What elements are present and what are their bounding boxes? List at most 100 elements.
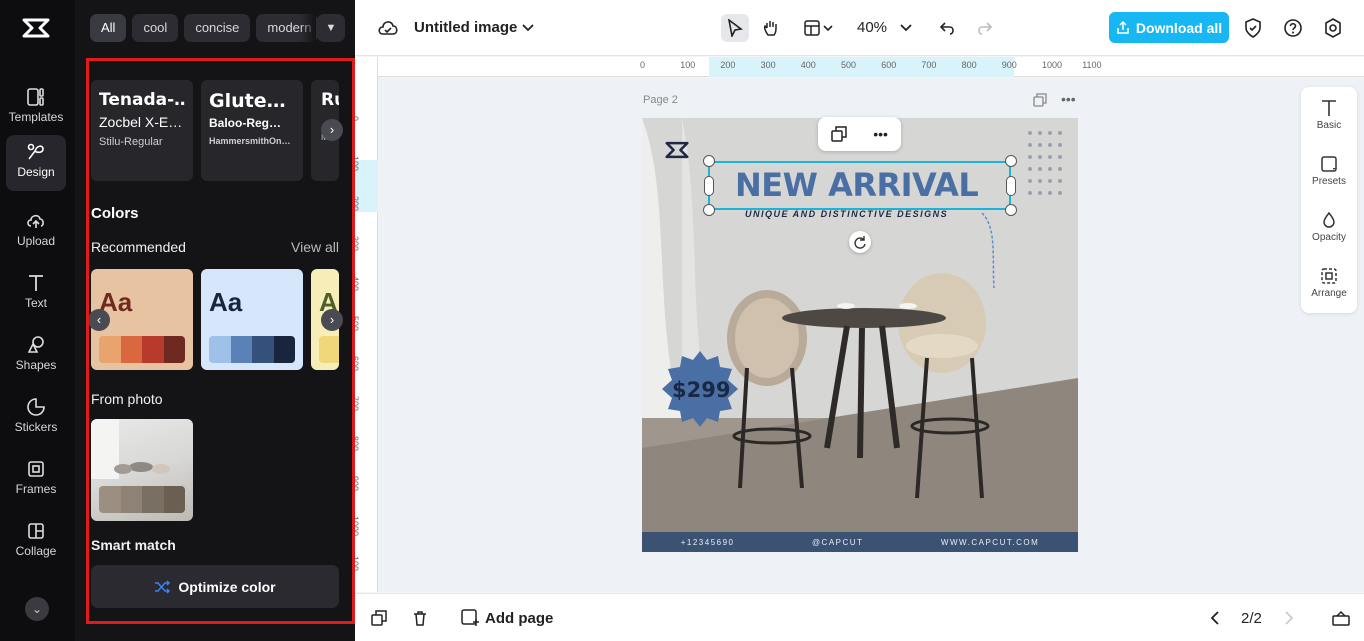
rotate-handle[interactable] bbox=[849, 231, 871, 253]
price-text[interactable]: $299 bbox=[672, 378, 730, 402]
font-sample-body: Baloo-Reg… bbox=[209, 116, 281, 130]
ruler-tick-label: 200 bbox=[350, 196, 360, 212]
palette-swatch bbox=[209, 336, 231, 363]
left-rail: Templates Design Upload Text Shapes Stic… bbox=[0, 0, 75, 641]
ruler-tick-label: 0 bbox=[640, 60, 646, 70]
rail-expand-button[interactable]: ⌄ bbox=[25, 597, 49, 621]
property-opacity[interactable]: Opacity bbox=[1301, 211, 1357, 243]
download-all-label: Download all bbox=[1135, 19, 1223, 36]
chevron-right-icon[interactable] bbox=[1284, 611, 1294, 625]
copy-icon[interactable] bbox=[831, 126, 847, 142]
property-presets[interactable]: Presets bbox=[1301, 155, 1357, 187]
cloud-sync-icon[interactable] bbox=[377, 19, 399, 37]
recommended-heading: Recommended bbox=[91, 239, 186, 255]
selection-box bbox=[708, 161, 1011, 210]
ruler-tick-label: 400 bbox=[350, 276, 360, 292]
hand-tool-button[interactable] bbox=[757, 14, 785, 42]
design-page[interactable]: NEW ARRIVAL UNIQUE AND DISTINCTIVE DESIG… bbox=[642, 118, 1078, 552]
palette-swatch bbox=[120, 336, 142, 363]
help-button[interactable] bbox=[1279, 14, 1307, 42]
palette-swatches bbox=[99, 336, 185, 363]
page-more-icon[interactable]: ••• bbox=[1061, 91, 1076, 107]
rotate-icon bbox=[854, 236, 866, 249]
font-combo-card[interactable]: Glute… Baloo-Reg… HammersmithOn… bbox=[201, 80, 303, 181]
font-sample-body: Zocbel X-E… bbox=[99, 114, 183, 130]
add-page-button[interactable]: Add page bbox=[461, 609, 553, 627]
palette-swatch bbox=[252, 336, 274, 363]
from-photo-heading: From photo bbox=[91, 391, 163, 407]
ruler-tick-label: 500 bbox=[350, 316, 360, 332]
shield-button[interactable] bbox=[1239, 14, 1267, 42]
filter-chip-concise[interactable]: concise bbox=[184, 14, 251, 42]
more-icon[interactable]: ••• bbox=[873, 126, 888, 142]
help-icon bbox=[1284, 19, 1302, 37]
ruler-tick-label: 700 bbox=[350, 396, 360, 412]
filter-chip-all[interactable]: All bbox=[90, 14, 127, 42]
ruler-tick-label: 1100 bbox=[1082, 60, 1102, 70]
settings-button[interactable] bbox=[1319, 14, 1347, 42]
property-arrange[interactable]: Arrange bbox=[1301, 267, 1357, 299]
footer-handle: @CAPCUT bbox=[811, 537, 864, 547]
duplicate-page-icon[interactable] bbox=[1033, 93, 1047, 107]
design-icon bbox=[27, 143, 44, 160]
palette-prev-button[interactable]: ‹ bbox=[88, 309, 110, 331]
ruler-tick-label: 600 bbox=[881, 60, 897, 70]
palette-card[interactable]: Aa bbox=[201, 269, 303, 370]
palette-swatch bbox=[230, 336, 252, 363]
ruler-tick-label: 700 bbox=[921, 60, 937, 70]
ruler-tick-label: 800 bbox=[350, 436, 360, 452]
palette-next-button[interactable]: › bbox=[321, 309, 343, 331]
capcut-logo[interactable] bbox=[20, 14, 52, 42]
rail-label: Shapes bbox=[15, 358, 57, 372]
filter-expand-button[interactable]: ▼ bbox=[317, 14, 345, 42]
resize-handle[interactable] bbox=[1005, 204, 1017, 216]
rail-item-stickers[interactable]: Stickers bbox=[6, 390, 66, 446]
photo-palette-card[interactable] bbox=[91, 419, 193, 521]
palette-swatch bbox=[163, 336, 185, 363]
resize-handle[interactable] bbox=[1006, 176, 1016, 196]
select-tool-button[interactable] bbox=[721, 14, 749, 42]
property-basic[interactable]: Basic bbox=[1301, 99, 1357, 131]
layout-menu-button[interactable] bbox=[799, 14, 839, 42]
resize-handle[interactable] bbox=[703, 204, 715, 216]
rail-item-design[interactable]: Design bbox=[6, 135, 66, 191]
document-title[interactable]: Untitled image bbox=[414, 19, 517, 36]
chevron-down-icon[interactable] bbox=[522, 24, 534, 32]
resize-handle[interactable] bbox=[1005, 155, 1017, 167]
rail-label: Text bbox=[24, 296, 47, 310]
font-sample-heading: Glute… bbox=[209, 90, 286, 112]
rail-item-frames[interactable]: Frames bbox=[6, 452, 66, 508]
page-overview-icon[interactable] bbox=[1332, 610, 1350, 626]
rail-label: Frames bbox=[15, 482, 57, 496]
rail-item-text[interactable]: Text bbox=[6, 266, 66, 322]
download-all-button[interactable]: Download all bbox=[1109, 12, 1229, 43]
footer-phone: +12345690 bbox=[680, 537, 735, 547]
footer-bar[interactable]: +12345690 @CAPCUT WWW.CAPCUT.COM bbox=[642, 532, 1078, 552]
ruler-tick-label: 600 bbox=[350, 356, 360, 372]
rail-item-collage[interactable]: Collage bbox=[6, 514, 66, 570]
chevron-down-icon[interactable] bbox=[900, 24, 912, 32]
undo-button[interactable] bbox=[934, 14, 962, 42]
upload-icon bbox=[27, 214, 44, 228]
rail-item-upload[interactable]: Upload bbox=[6, 204, 66, 260]
optimize-color-button[interactable]: Optimize color bbox=[91, 565, 339, 608]
ruler-tick-label: 100 bbox=[350, 156, 360, 172]
redo-button[interactable] bbox=[970, 14, 998, 42]
chevron-left-icon[interactable] bbox=[1210, 611, 1220, 625]
zoom-level[interactable]: 40% bbox=[857, 19, 887, 36]
ruler-tick-label: 0 bbox=[350, 116, 360, 122]
font-sample-heading: Ru bbox=[321, 90, 339, 110]
resize-handle[interactable] bbox=[703, 155, 715, 167]
rail-item-shapes[interactable]: Shapes bbox=[6, 328, 66, 384]
filter-chip-cool[interactable]: cool bbox=[132, 14, 179, 42]
rail-item-templates[interactable]: Templates bbox=[6, 80, 66, 136]
add-page-label: Add page bbox=[485, 609, 554, 627]
trash-icon[interactable] bbox=[412, 610, 428, 626]
ruler-tick-label: 300 bbox=[350, 236, 360, 252]
font-next-button[interactable]: › bbox=[321, 119, 343, 141]
font-combo-card[interactable]: Tenada-… Zocbel X-E… Stilu-Regular bbox=[91, 80, 193, 181]
resize-handle[interactable] bbox=[704, 176, 714, 196]
subline-text[interactable]: UNIQUE AND DISTINCTIVE DESIGNS bbox=[745, 209, 948, 219]
view-all-link[interactable]: View all bbox=[291, 239, 339, 255]
duplicate-page-icon[interactable] bbox=[371, 610, 387, 626]
